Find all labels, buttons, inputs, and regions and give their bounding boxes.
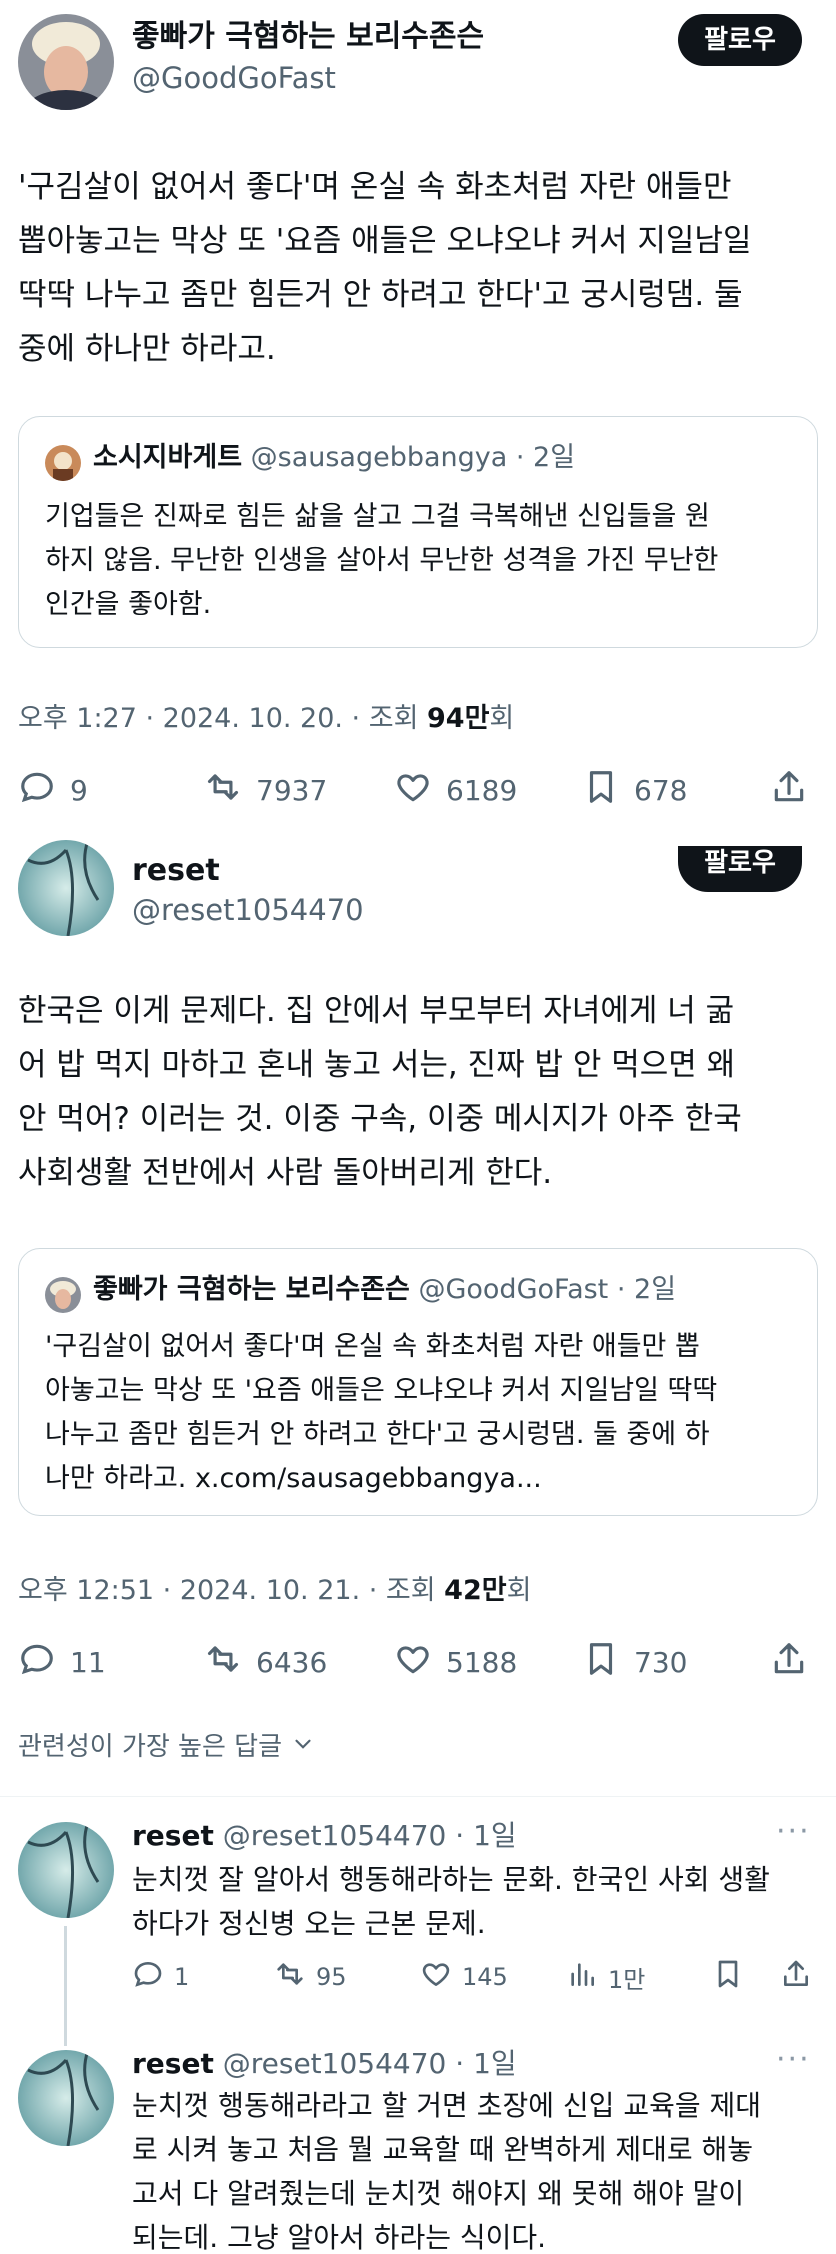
reply-button[interactable]: 9 — [18, 768, 88, 813]
view-count: 42만 — [444, 1575, 507, 1606]
reply-text: 눈치껏 행동해라라고 할 거면 초장에 신입 교육을 제대 로 시켜 놓고 처음… — [132, 2089, 762, 2254]
reply-button[interactable]: 1 — [132, 1958, 189, 1996]
share-icon — [770, 768, 822, 813]
like-button[interactable]: 145 — [420, 1958, 508, 1996]
reply-button[interactable]: 11 — [18, 1640, 106, 1685]
retweet-icon — [204, 768, 256, 813]
avatar-goodgofast[interactable] — [18, 14, 114, 110]
quote-avatar — [45, 1277, 81, 1313]
author-handle[interactable]: @reset1054470 — [132, 892, 364, 928]
post-timestamp-views: 오후 1:27 · 2024. 10. 20. · 조회 94만회 — [18, 703, 515, 734]
avatar-reset[interactable] — [18, 1822, 114, 1918]
retweet-icon — [204, 1640, 256, 1685]
quoted-post[interactable]: 좋빠가 극혐하는 보리수존슨 @GoodGoFast · 2일 '구김살이 없어… — [18, 1248, 818, 1516]
heart-icon — [420, 1958, 462, 1996]
share-button[interactable] — [780, 1958, 822, 1996]
heart-icon — [394, 768, 446, 813]
quote-author-name: 소시지바게트 — [93, 442, 243, 473]
bookmark-button[interactable]: 730 — [582, 1640, 687, 1685]
heart-icon — [394, 1640, 446, 1685]
like-button[interactable]: 6189 — [394, 768, 517, 813]
reply-text: 눈치껏 잘 알아서 행동해라하는 문화. 한국인 사회 생활 하다가 정신병 오… — [132, 1863, 770, 1940]
share-icon — [780, 1958, 822, 1996]
share-button[interactable] — [770, 1640, 822, 1685]
author-name[interactable]: reset — [132, 852, 220, 890]
avatar-reset[interactable] — [18, 2050, 114, 2146]
chevron-down-icon — [290, 1731, 316, 1764]
author-name[interactable]: 좋빠가 극혐하는 보리수존슨 — [132, 18, 484, 56]
divider — [0, 1796, 836, 1797]
reply-icon — [132, 1958, 174, 1996]
post-text: 한국은 이게 문제다. 집 안에서 부모부터 자녀에게 너 굶 어 밥 먹지 마… — [18, 993, 742, 1191]
follow-button[interactable]: 팔로우 — [678, 14, 802, 66]
retweet-icon — [274, 1958, 316, 1996]
bar-chart-icon — [566, 1958, 608, 1996]
retweet-button[interactable]: 95 — [274, 1958, 347, 1996]
quote-avatar — [45, 445, 81, 481]
like-button[interactable]: 5188 — [394, 1640, 517, 1685]
bookmark-icon — [582, 768, 634, 813]
follow-button[interactable]: 팔로우 — [678, 846, 802, 892]
retweet-button[interactable]: 7937 — [204, 768, 327, 813]
retweet-button[interactable]: 6436 — [204, 1640, 327, 1685]
more-options-icon[interactable]: ··· — [776, 2042, 811, 2077]
bookmark-icon — [582, 1640, 634, 1685]
share-icon — [770, 1640, 822, 1685]
reply-meta: @reset1054470 · 1일 — [213, 2047, 517, 2080]
bookmark-icon — [712, 1958, 754, 1996]
reply-meta: @reset1054470 · 1일 — [213, 1819, 517, 1852]
bookmark-button[interactable]: 678 — [582, 768, 687, 813]
quoted-post[interactable]: 소시지바게트 @sausagebbangya · 2일 기업들은 진짜로 힘든 … — [18, 416, 818, 648]
share-button[interactable] — [770, 768, 822, 813]
view-count: 94만 — [427, 703, 490, 734]
reply-author-name[interactable]: reset — [132, 2047, 214, 2080]
quote-text: '구김살이 없어서 좋다'며 온실 속 화초처럼 자란 애들만 뽑 아놓고는 막… — [45, 1331, 718, 1494]
quote-meta: @GoodGoFast · 2일 — [409, 1274, 677, 1305]
post-text: '구김살이 없어서 좋다'며 온실 속 화초처럼 자란 애들만 뽑아놓고는 막상… — [18, 169, 752, 367]
thread-connector — [64, 1926, 67, 2046]
reply-author-name[interactable]: reset — [132, 1819, 214, 1852]
avatar-reset[interactable] — [18, 840, 114, 936]
more-options-icon[interactable]: ··· — [776, 1814, 811, 1849]
reply-sort-dropdown[interactable]: 관련성이 가장 높은 답글 — [18, 1726, 316, 1764]
reply-icon — [18, 1640, 70, 1685]
quote-text: 기업들은 진짜로 힘든 삶을 살고 그걸 극복해낸 신입들을 원 하지 않음. … — [45, 501, 719, 620]
quote-meta: @sausagebbangya · 2일 — [242, 442, 576, 473]
views-button[interactable]: 1만 — [566, 1958, 645, 1996]
bookmark-button[interactable] — [712, 1958, 754, 1996]
author-handle[interactable]: @GoodGoFast — [132, 60, 336, 96]
reply-icon — [18, 768, 70, 813]
post-timestamp-views: 오후 12:51 · 2024. 10. 21. · 조회 42만회 — [18, 1575, 532, 1606]
quote-author-name: 좋빠가 극혐하는 보리수존슨 — [93, 1274, 410, 1305]
